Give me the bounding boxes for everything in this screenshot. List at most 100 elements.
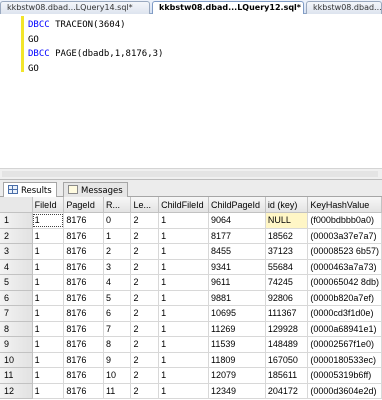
table-cell[interactable]: 9341 xyxy=(208,259,266,275)
table-cell[interactable]: 1 xyxy=(158,352,209,368)
table-cell[interactable]: 12349 xyxy=(208,383,266,399)
table-cell[interactable]: 1 xyxy=(32,367,65,384)
table-row[interactable]: 7 1 8176 6 2 1 10695 111367 (0000cd3f1d0e) xyxy=(0,305,382,322)
table-cell[interactable]: 8455 xyxy=(208,243,266,260)
column-header[interactable]: ChildPageId xyxy=(208,197,266,213)
horizontal-scrollbar[interactable] xyxy=(0,168,382,180)
row-number[interactable]: 7 xyxy=(0,305,33,322)
table-row[interactable]: 11 1 8176 10 2 1 12079 185611 (00005319b6ff) xyxy=(0,367,382,384)
row-number[interactable]: 5 xyxy=(0,274,33,291)
table-cell[interactable]: (00003a37e7a7) xyxy=(307,228,382,244)
table-cell[interactable]: 2 xyxy=(130,367,160,384)
table-row[interactable]: 8 1 8176 7 2 1 11269 129928 (0000a68941e1) xyxy=(0,321,382,337)
table-row[interactable]: 9 1 8176 8 2 1 11539 148489 (00002567f1e0) xyxy=(0,336,382,353)
table-cell[interactable]: 1 xyxy=(158,274,209,291)
table-cell[interactable]: 12079 xyxy=(208,367,266,384)
table-cell[interactable]: 1 xyxy=(158,212,209,229)
table-cell[interactable]: 8176 xyxy=(63,259,104,275)
table-row[interactable]: 12 1 8176 11 2 1 12349 204172 (0000d3604e2d) xyxy=(0,383,382,399)
table-cell[interactable]: (00002567f1e0) xyxy=(307,336,382,353)
table-cell[interactable]: 1 xyxy=(32,352,65,368)
table-cell[interactable]: 18562 xyxy=(265,228,309,244)
table-row[interactable]: 4 1 8176 3 2 1 9341 55684 (0000463a7a73) xyxy=(0,259,382,275)
column-header[interactable]: FileId xyxy=(32,197,65,213)
table-cell[interactable]: 8176 xyxy=(63,274,104,291)
table-cell[interactable]: 8176 xyxy=(63,336,104,353)
table-cell[interactable]: 2 xyxy=(130,274,160,291)
table-cell[interactable]: 1 xyxy=(158,383,209,399)
table-cell[interactable]: 2 xyxy=(130,352,160,368)
table-cell[interactable]: 11539 xyxy=(208,336,266,353)
table-cell[interactable]: 1 xyxy=(32,383,65,399)
table-cell[interactable]: 8176 xyxy=(63,383,104,399)
table-cell[interactable]: 1 xyxy=(32,228,65,244)
tab-results[interactable]: Results xyxy=(3,182,57,198)
table-cell[interactable]: 6 xyxy=(103,305,132,322)
table-cell[interactable]: 4 xyxy=(103,274,132,291)
table-cell[interactable]: 2 xyxy=(130,212,160,229)
row-number[interactable]: 12 xyxy=(0,383,33,399)
table-row[interactable]: 5 1 8176 4 2 1 9611 74245 (000065042 8db) xyxy=(0,274,382,291)
table-cell[interactable]: 92806 xyxy=(265,290,309,306)
table-cell[interactable]: (f000bdbbb0a0) xyxy=(307,212,382,229)
table-cell[interactable]: (0000463a7a73) xyxy=(307,259,382,275)
row-number[interactable]: 11 xyxy=(0,367,33,384)
table-cell[interactable]: 0 xyxy=(103,212,132,229)
table-cell[interactable]: 8176 xyxy=(63,321,104,337)
row-number[interactable]: 10 xyxy=(0,352,33,368)
table-cell[interactable]: 2 xyxy=(130,321,160,337)
table-cell[interactable]: 1 xyxy=(32,290,65,306)
table-cell[interactable]: 9881 xyxy=(208,290,266,306)
table-cell[interactable]: 2 xyxy=(130,290,160,306)
row-number[interactable]: 8 xyxy=(0,321,33,337)
table-cell[interactable]: 74245 xyxy=(265,274,309,291)
table-cell[interactable]: 185611 xyxy=(265,367,309,384)
row-number[interactable]: 6 xyxy=(0,290,33,306)
row-number[interactable]: 1 xyxy=(0,212,33,229)
table-cell[interactable]: 8176 xyxy=(63,305,104,322)
table-cell[interactable]: 8176 xyxy=(63,290,104,306)
table-cell[interactable]: 3 xyxy=(103,259,132,275)
table-row[interactable]: 10 1 8176 9 2 1 11809 167050 (0000180533ec) xyxy=(0,352,382,368)
table-cell[interactable]: 9064 xyxy=(208,212,266,229)
table-cell[interactable]: 1 xyxy=(103,228,132,244)
table-cell[interactable]: 1 xyxy=(32,274,65,291)
table-cell[interactable]: 2 xyxy=(130,243,160,260)
table-cell[interactable]: 1 xyxy=(32,321,65,337)
table-cell[interactable]: 1 xyxy=(158,321,209,337)
row-number[interactable]: 3 xyxy=(0,243,33,260)
table-cell[interactable]: (0000cd3f1d0e) xyxy=(307,305,382,322)
table-cell[interactable]: 1 xyxy=(32,243,65,260)
table-cell[interactable]: 167050 xyxy=(265,352,309,368)
table-cell[interactable]: 2 xyxy=(103,243,132,260)
table-cell[interactable]: 9 xyxy=(103,352,132,368)
row-number[interactable]: 4 xyxy=(0,259,33,275)
table-cell[interactable]: 1 xyxy=(158,336,209,353)
table-cell[interactable]: 1 xyxy=(32,305,65,322)
table-cell[interactable]: 204172 xyxy=(265,383,309,399)
table-cell[interactable]: 1 xyxy=(32,212,65,229)
table-cell[interactable]: 8176 xyxy=(63,212,104,229)
table-cell[interactable]: (0000180533ec) xyxy=(307,352,382,368)
table-cell[interactable]: 1 xyxy=(32,336,65,353)
table-cell[interactable]: 2 xyxy=(130,228,160,244)
table-cell[interactable]: 10695 xyxy=(208,305,266,322)
table-cell[interactable]: 11269 xyxy=(208,321,266,337)
table-cell[interactable]: 8176 xyxy=(63,243,104,260)
row-number[interactable]: 9 xyxy=(0,336,33,353)
table-cell[interactable]: 11809 xyxy=(208,352,266,368)
table-cell[interactable]: 8 xyxy=(103,336,132,353)
row-number[interactable]: 2 xyxy=(0,228,33,244)
table-cell[interactable]: 1 xyxy=(32,259,65,275)
table-cell[interactable]: 2 xyxy=(130,305,160,322)
table-cell[interactable]: 1 xyxy=(158,259,209,275)
table-cell[interactable]: (00008523 6b57) xyxy=(307,243,382,260)
table-cell[interactable]: 2 xyxy=(130,259,160,275)
tab-messages[interactable]: Messages xyxy=(63,182,128,197)
column-header[interactable]: Le... xyxy=(130,197,160,213)
column-header[interactable]: id (key) xyxy=(265,197,309,213)
table-cell[interactable]: 8176 xyxy=(63,228,104,244)
table-cell[interactable]: 148489 xyxy=(265,336,309,353)
table-cell[interactable]: 11 xyxy=(103,383,132,399)
column-header[interactable]: R... xyxy=(103,197,132,213)
